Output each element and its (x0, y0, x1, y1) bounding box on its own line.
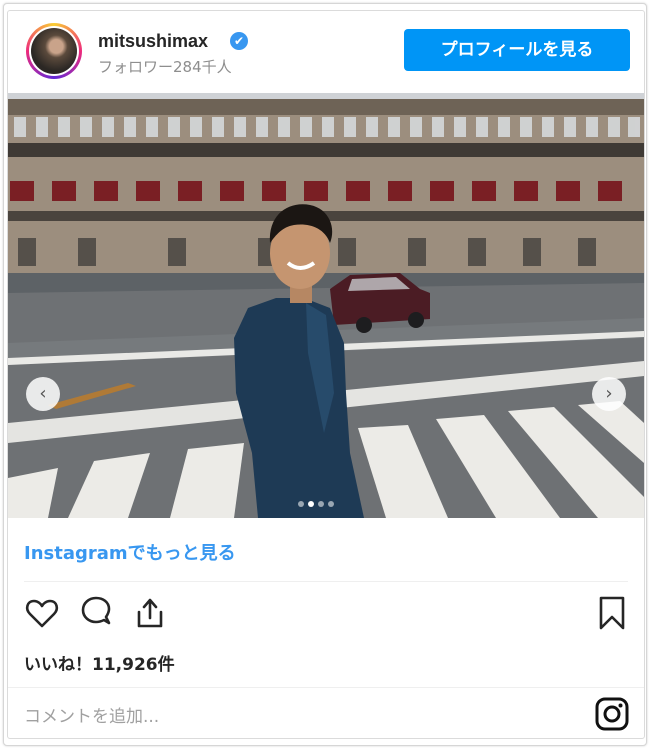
bookmark-icon[interactable] (592, 593, 632, 633)
verified-badge-icon: ✔ (230, 32, 248, 50)
carousel-dot (328, 501, 334, 507)
divider (24, 581, 628, 582)
carousel-next-button[interactable]: › (592, 377, 626, 411)
view-profile-button[interactable]: プロフィールを見る (404, 29, 630, 71)
carousel-indicator (296, 492, 336, 507)
post-photo[interactable]: ‹ › (8, 93, 644, 518)
carousel-dot (298, 501, 304, 507)
instagram-post-card: mitsushimax ✔ フォロワー284千人 プロフィールを見る ‹ › I… (7, 10, 645, 739)
comment-bar: コメントを追加... (8, 687, 644, 738)
carousel-dot-active (308, 501, 314, 507)
like-count[interactable]: いいね！11,926件 (24, 650, 175, 675)
post-header: mitsushimax ✔ フォロワー284千人 プロフィールを見る (8, 11, 644, 93)
carousel-dot (318, 501, 324, 507)
instagram-logo-icon[interactable] (594, 696, 630, 732)
photo-scene (8, 93, 644, 518)
action-bar (8, 593, 644, 637)
username[interactable]: mitsushimax (98, 31, 208, 52)
follower-count: フォロワー284千人 (98, 58, 232, 76)
carousel-prev-button[interactable]: ‹ (26, 377, 60, 411)
avatar[interactable] (26, 23, 82, 79)
avatar-image (31, 28, 77, 74)
share-icon[interactable] (130, 593, 170, 633)
view-more-on-instagram-link[interactable]: Instagramでもっと見る (24, 539, 236, 565)
heart-icon[interactable] (22, 593, 62, 633)
comment-icon[interactable] (76, 593, 116, 633)
comment-input[interactable]: コメントを追加... (24, 702, 159, 727)
